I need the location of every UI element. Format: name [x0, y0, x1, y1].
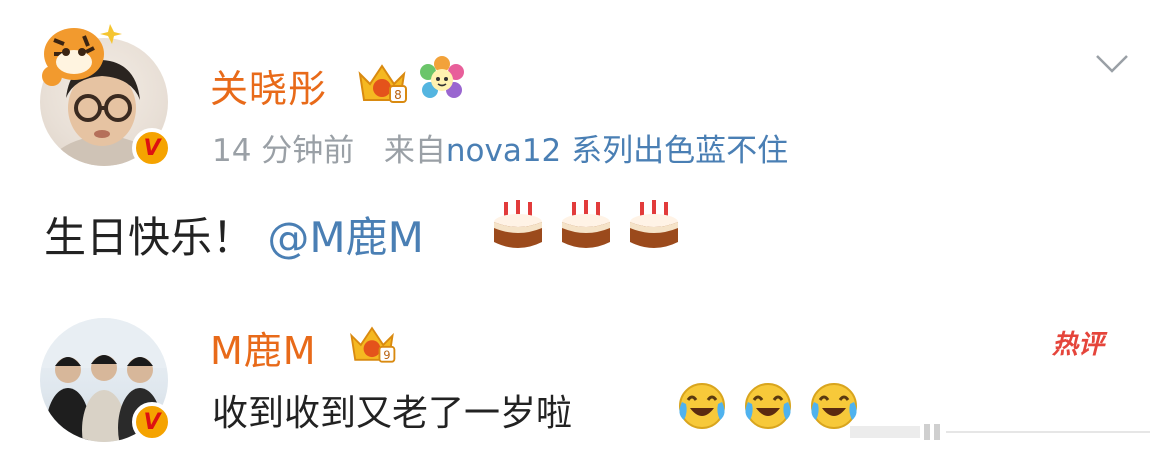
svg-text:8: 8	[394, 88, 402, 102]
birthday-cake-icon	[562, 200, 610, 248]
chevron-down-icon[interactable]	[1094, 52, 1130, 80]
reply-username[interactable]: M鹿M	[210, 320, 317, 375]
reply-emoji-row	[676, 380, 860, 432]
verified-v-icon: V	[143, 409, 161, 435]
post-body: 生日快乐！ @M鹿M	[44, 204, 424, 265]
flower-badge-icon	[418, 56, 466, 108]
post-time: 14 分钟前	[212, 133, 355, 169]
verified-badge: V	[132, 402, 172, 442]
mention-link[interactable]: @M鹿M	[267, 213, 423, 262]
hot-comment-badge: 热评	[1052, 330, 1105, 360]
source-prefix: 来自	[383, 133, 446, 169]
emoji-row	[492, 198, 680, 252]
post-meta: 14 分钟前 来自nova12 系列出色蓝不住	[212, 125, 788, 170]
laughing-crying-icon	[745, 383, 791, 429]
post-text: 生日快乐！	[44, 213, 255, 262]
verified-v-icon: V	[143, 135, 161, 161]
laughing-crying-icon	[679, 383, 725, 429]
tiger-pendant-icon	[34, 14, 130, 98]
reply-text: 收到收到又老了一岁啦	[212, 393, 573, 434]
crown-badge-icon: 8	[352, 60, 412, 110]
verified-badge: V	[132, 128, 172, 168]
source-device-link[interactable]: nova12 系列出色蓝不住	[446, 133, 788, 169]
watermark-icon	[850, 422, 1156, 442]
birthday-cake-icon	[630, 200, 678, 248]
post-username[interactable]: 关晓彤	[210, 58, 327, 113]
birthday-cake-icon	[494, 200, 542, 248]
crown-badge-icon: 9	[344, 322, 400, 370]
svg-text:9: 9	[383, 349, 390, 362]
